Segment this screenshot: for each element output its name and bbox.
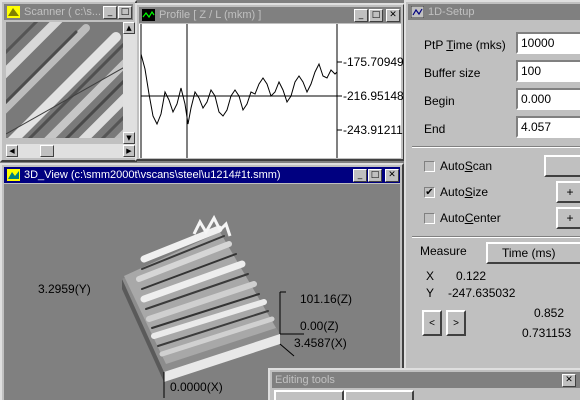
scanner-window: Scanner ( c:\s... _ □ ▲ ▼ ◀ ▶	[0, 0, 137, 162]
measure-value-2: 0.731153	[522, 326, 572, 340]
tab-measure[interactable]: Measure	[420, 244, 467, 258]
profile-close-button[interactable]: ✕	[386, 8, 400, 22]
view3d-close-button[interactable]: ✕	[385, 168, 399, 182]
view3d-app-icon	[7, 169, 20, 181]
editing-tools-window: Editing tools ✕	[268, 368, 580, 400]
autoscan-checkbox[interactable]	[424, 161, 435, 172]
setup-window: 1D-Setup PtP Time (mks) 10000 Buffer siz…	[404, 0, 580, 400]
profile-plot[interactable]: -175.709490 -216.951480 -243.912115	[139, 24, 403, 158]
editing-tools-toolbar	[274, 390, 580, 400]
profile-app-icon	[142, 9, 155, 21]
measure-value-1: 0.852	[534, 306, 565, 320]
measure-next-button[interactable]: >	[446, 310, 466, 336]
profile-titlebar[interactable]: Profile [ Z / L (mkm) ] _ □ ✕	[139, 7, 401, 23]
measure-prev-button[interactable]: <	[422, 310, 442, 336]
view3d-title: 3D_View (c:\smm2000t\vscans\steel\u1214#…	[24, 169, 281, 181]
scanner-scroll-right-button[interactable]: ▶	[123, 145, 135, 157]
scanner-scroll-down-button[interactable]: ▼	[123, 132, 135, 144]
y-axis-label: 3.2959(Y)	[38, 282, 91, 296]
scanner-minimize-button[interactable]: _	[103, 5, 117, 19]
autosize-plus-button[interactable]: +	[556, 181, 580, 203]
tab-time-ms-label: Time (ms)	[502, 246, 556, 260]
setup-title: 1D-Setup	[428, 6, 475, 18]
autoscan-label[interactable]: AutoScan	[440, 159, 492, 173]
profile-title: Profile [ Z / L (mkm) ]	[159, 9, 262, 21]
autocenter-label[interactable]: AutoCenter	[440, 211, 501, 225]
x-min-label: 0.0000(X)	[170, 380, 223, 394]
z-max-label: 101.16(Z)	[300, 292, 353, 306]
editing-tools-titlebar[interactable]: Editing tools ✕	[272, 372, 580, 388]
profile-value-bottom: -243.912115	[343, 123, 405, 137]
profile-value-mid: -216.951480	[343, 89, 405, 103]
begin-label: Begin	[424, 94, 455, 108]
scanner-maximize-button[interactable]: □	[118, 5, 132, 19]
setup-titlebar[interactable]: 1D-Setup	[408, 4, 580, 20]
autocenter-checkbox[interactable]	[424, 213, 435, 224]
setup-divider-1	[412, 146, 580, 148]
editing-tool-2-button[interactable]	[344, 390, 414, 400]
profile-minimize-button[interactable]: _	[354, 8, 368, 22]
ptp-time-label: PtP Time (mks)	[424, 38, 506, 52]
view3d-titlebar[interactable]: 3D_View (c:\smm2000t\vscans\steel\u1214#…	[4, 167, 400, 183]
scanner-titlebar[interactable]: Scanner ( c:\s... _ □	[4, 4, 133, 20]
scanner-scroll-up-button[interactable]: ▲	[123, 22, 135, 34]
desktop: Scanner ( c:\s... _ □ ▲ ▼ ◀ ▶ Profile […	[0, 0, 580, 400]
profile-value-top: -175.709490	[343, 55, 405, 69]
end-label: End	[424, 122, 446, 136]
profile-maximize-button[interactable]: □	[369, 8, 383, 22]
measure-y-label: Y	[426, 286, 435, 300]
setup-divider-2	[412, 236, 580, 238]
autocenter-plus-button[interactable]: +	[556, 207, 580, 229]
end-field[interactable]: 4.057	[516, 116, 580, 138]
scanner-title: Scanner ( c:\s...	[24, 6, 102, 18]
measure-x-value: 0.122	[456, 269, 487, 283]
autoscan-button[interactable]	[544, 155, 580, 177]
ptp-time-field[interactable]: 10000	[516, 32, 580, 54]
view3d-window: 3D_View (c:\smm2000t\vscans\steel\u1214#…	[0, 163, 404, 400]
editing-tool-1-button[interactable]	[274, 390, 344, 400]
view3d-minimize-button[interactable]: _	[353, 168, 367, 182]
measure-x-label: X	[426, 269, 435, 283]
editing-tools-title: Editing tools	[275, 374, 335, 386]
buffer-size-field[interactable]: 100	[516, 60, 580, 82]
buffer-size-label: Buffer size	[424, 66, 481, 80]
scanner-vscrollbar[interactable]: ▲ ▼	[123, 22, 135, 144]
z-min-label: 0.00(Z)	[300, 319, 339, 333]
view3d-maximize-button[interactable]: □	[368, 168, 382, 182]
x-max-label: 3.4587(X)	[294, 336, 347, 350]
autosize-label[interactable]: AutoSize	[440, 185, 488, 199]
scanner-scroll-thumb[interactable]	[40, 145, 54, 157]
scanner-app-icon	[7, 6, 20, 18]
measure-y-value: -247.635032	[448, 286, 516, 300]
autosize-checkbox[interactable]: ✔	[424, 187, 435, 198]
editing-tools-close-button[interactable]: ✕	[562, 373, 576, 387]
scanner-scroll-left-button[interactable]: ◀	[6, 145, 18, 157]
scanner-hscrollbar[interactable]: ◀ ▶	[6, 144, 135, 158]
profile-window: Profile [ Z / L (mkm) ] _ □ ✕ -175.70949…	[135, 3, 405, 161]
tab-time-ms[interactable]: Time (ms)	[486, 242, 580, 264]
setup-app-icon	[411, 6, 424, 18]
begin-field[interactable]: 0.000	[516, 88, 580, 110]
scanner-image[interactable]	[6, 22, 130, 138]
